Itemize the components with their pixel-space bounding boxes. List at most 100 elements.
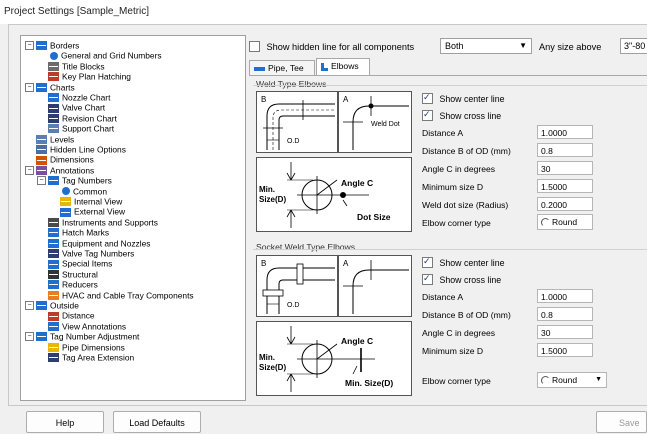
tree-item[interactable]: Structural (37, 269, 98, 280)
weld-corner-type-value: Round (552, 217, 578, 227)
tree-item-label: Distance (62, 310, 95, 321)
tree-item-label: Instruments and Supports (62, 217, 158, 228)
socket-distance-b-input[interactable]: 0.8 (537, 307, 593, 321)
tree-item-label: Nozzle Chart (62, 92, 111, 103)
weld-sketch-b: B O.D (256, 91, 338, 153)
window-title: Project Settings [Sample_Metric] (4, 6, 150, 17)
tree-item[interactable]: Special Items (37, 258, 112, 269)
tree-collapse-icon[interactable]: − (25, 82, 34, 92)
weld-center-line-checkbox[interactable] (422, 92, 433, 105)
tree-item[interactable]: Title Blocks (37, 61, 105, 72)
tree-collapse-icon[interactable]: − (25, 166, 34, 176)
socket-min-size-label: Minimum size D (422, 346, 484, 356)
tab-pipe-tee[interactable]: Pipe, Tee (249, 60, 315, 76)
socket-sketch-b: B O.D (256, 255, 338, 317)
tree-item[interactable]: − Tag Numbers (37, 175, 112, 186)
weld-corner-type-select[interactable]: Round (537, 214, 593, 230)
tree-item[interactable]: External View (49, 206, 125, 217)
tree-collapse-icon[interactable]: − (37, 176, 46, 186)
tree-item[interactable]: − Tag Number Adjustment (25, 331, 139, 342)
tree-item[interactable]: Key Plan Hatching (37, 71, 131, 82)
socket-sketch-min: Min. (259, 353, 275, 362)
tab-elbows[interactable]: Elbows (316, 58, 370, 76)
title-bar: Project Settings [Sample_Metric] (0, 0, 647, 24)
tree-item[interactable]: HVAC and Cable Tray Components (37, 290, 194, 301)
save-button[interactable]: Save (596, 411, 647, 433)
tree-item[interactable]: Pipe Dimensions (37, 342, 125, 353)
tree-item[interactable]: Hatch Marks (37, 227, 109, 238)
borders-icon (36, 41, 47, 51)
tree-item[interactable]: Equipment and Nozzles (37, 238, 150, 249)
tree-item[interactable]: − Annotations (25, 165, 94, 176)
weld-angle-c-input[interactable]: 30 (537, 161, 593, 175)
charts-icon (36, 82, 47, 92)
tree-item-label: HVAC and Cable Tray Components (62, 289, 194, 300)
tree-item[interactable]: Tag Area Extension (37, 352, 134, 363)
tree-item[interactable]: Valve Tag Numbers (37, 248, 134, 259)
instruments-icon (48, 218, 59, 228)
tree-item-label: Hatch Marks (62, 227, 110, 238)
socket-min-size-input[interactable]: 1.5000 (537, 343, 593, 357)
tree-item[interactable]: Hidden Line Options (25, 144, 126, 155)
tree-item-label: Revision Chart (62, 113, 117, 124)
weld-min-size-input[interactable]: 1.5000 (537, 179, 593, 193)
tree-item[interactable]: Reducers (37, 279, 98, 290)
any-size-field[interactable]: 3"-80 (620, 38, 647, 54)
socket-corner-type-select[interactable]: Round ▼ (537, 372, 607, 388)
hatch-marks-icon (48, 228, 59, 238)
socket-sketch-angle-c: Angle C (341, 336, 373, 346)
tree-item[interactable]: Dimensions (25, 154, 94, 165)
weld-corner-type-label: Elbow corner type (422, 218, 491, 228)
tree-collapse-icon[interactable]: − (25, 301, 34, 311)
socket-distance-a-input[interactable]: 1.0000 (537, 289, 593, 303)
socket-sketch-a-label: A (343, 259, 349, 268)
socket-distance-b-label: Distance B of OD (mm) (422, 310, 511, 320)
tree-item-label: Reducers (62, 279, 98, 290)
weld-sketch-angle: Min. Size(D) Angle C Dot Size (256, 157, 412, 232)
tree-item-label: Tag Number Adjustment (50, 331, 140, 342)
tree-item[interactable]: Nozzle Chart (37, 92, 110, 103)
tree-item[interactable]: Instruments and Supports (37, 217, 158, 228)
distance-icon (48, 311, 59, 321)
tree-item-label: Levels (50, 133, 75, 144)
weld-distance-a-input[interactable]: 1.0000 (537, 125, 593, 139)
weld-dot-size-input[interactable]: 0.2000 (537, 197, 593, 211)
weld-distance-b-input[interactable]: 0.8 (537, 143, 593, 157)
tree-collapse-icon[interactable]: − (25, 41, 34, 51)
socket-cross-line-checkbox[interactable] (422, 273, 433, 286)
key-plan-icon (48, 72, 59, 82)
tree-item[interactable]: Common (49, 186, 107, 197)
circle-icon (62, 187, 70, 196)
tree-item[interactable]: General and Grid Numbers (37, 50, 162, 61)
weld-sketch-size-d: Size(D) (259, 195, 286, 204)
load-defaults-button[interactable]: Load Defaults (113, 411, 201, 433)
weld-angle-c-label: Angle C in degrees (422, 164, 496, 174)
socket-center-line-checkbox[interactable] (422, 256, 433, 269)
chevron-down-icon: ▼ (595, 376, 602, 383)
valve-chart-icon (48, 103, 59, 113)
tree-collapse-icon[interactable]: − (25, 332, 34, 342)
settings-tree[interactable]: − Borders General and Grid Numbers Title Bl… (20, 35, 246, 401)
socket-angle-c-input[interactable]: 30 (537, 325, 593, 339)
show-hidden-checkbox[interactable] (249, 41, 260, 53)
tree-item-label: Structural (62, 269, 98, 280)
weld-cross-line-checkbox[interactable] (422, 109, 433, 122)
tree-item-label: Title Blocks (62, 61, 105, 72)
hidden-line-select[interactable]: Both ▼ (440, 38, 532, 54)
chevron-down-icon: ▼ (519, 41, 527, 50)
tree-item[interactable]: Support Chart (37, 123, 114, 134)
weld-sketch-dot-size: Dot Size (357, 212, 391, 222)
tree-item-label: Outside (50, 300, 79, 311)
tree-item[interactable]: Valve Chart (37, 102, 105, 113)
tree-item[interactable]: − Borders (25, 40, 79, 51)
help-button[interactable]: Help (26, 411, 104, 433)
tree-item[interactable]: − Charts (25, 82, 75, 93)
tree-item[interactable]: Internal View (49, 196, 122, 207)
tree-item[interactable]: Distance (37, 310, 95, 321)
tree-item-label: Valve Tag Numbers (62, 248, 135, 259)
tree-item[interactable]: − Outside (25, 300, 79, 311)
tree-item[interactable]: View Annotations (37, 321, 126, 332)
tree-item[interactable]: Revision Chart (37, 113, 117, 124)
tree-item[interactable]: Levels (25, 134, 74, 145)
tree-item-label: Hidden Line Options (50, 144, 126, 155)
